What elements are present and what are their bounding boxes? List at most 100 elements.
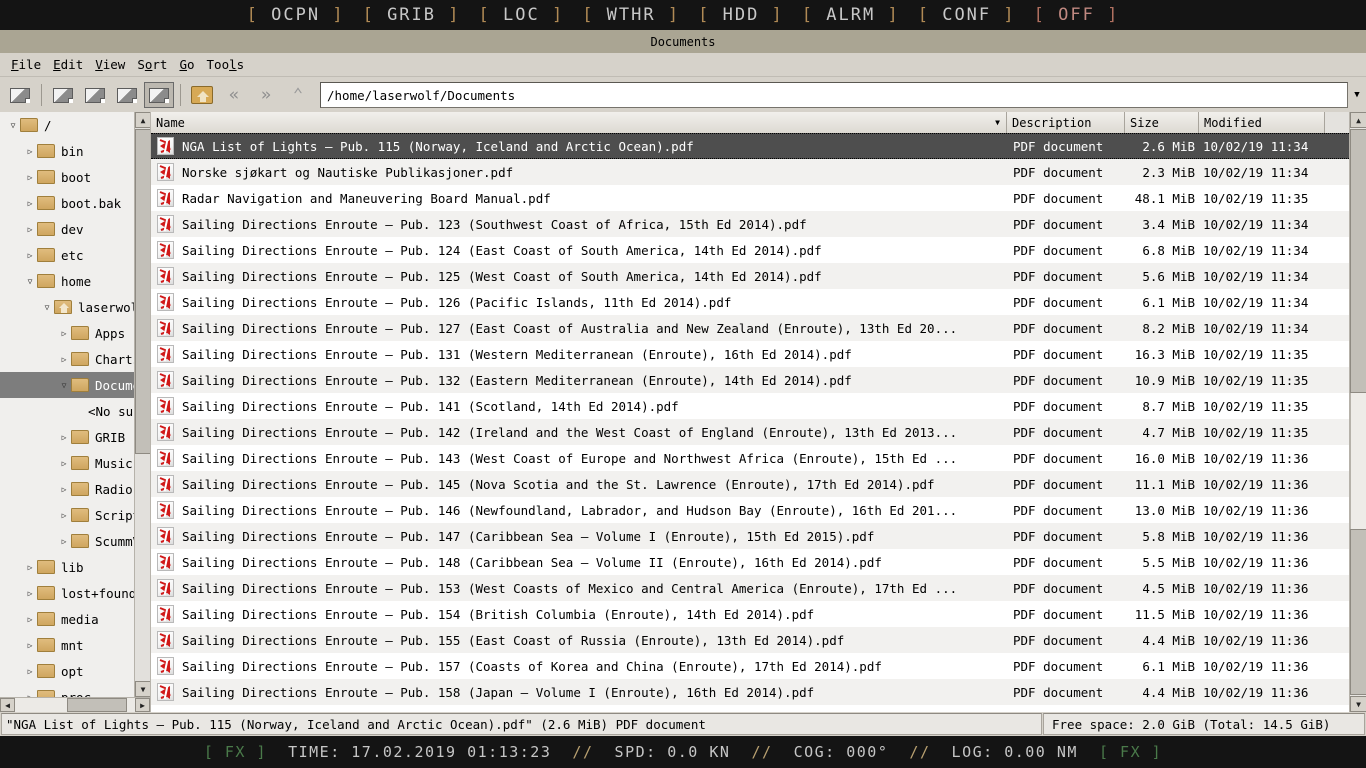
menu-sort[interactable]: Sort [131, 55, 173, 74]
file-row[interactable]: Sailing Directions Enroute – Pub. 132 (E… [151, 367, 1349, 393]
file-row[interactable]: Sailing Directions Enroute – Pub. 145 (N… [151, 471, 1349, 497]
tree-item--[interactable]: ▽ / [0, 112, 150, 138]
tree-scroll-up-button[interactable]: ▲ [135, 112, 150, 128]
file-row[interactable]: NGA List of Lights – Pub. 115 (Norway, I… [151, 133, 1349, 159]
nav-button-ocpn[interactable]: [ OCPN ] [238, 5, 354, 25]
tree-item-apps[interactable]: ▷ Apps [0, 320, 150, 346]
home-button[interactable] [187, 82, 217, 108]
tree-item-boot-bak[interactable]: ▷ boot.bak [0, 190, 150, 216]
chevron-down-icon[interactable]: ▽ [40, 303, 54, 312]
forward-button[interactable]: » [251, 82, 281, 108]
file-row[interactable]: Sailing Directions Enroute – Pub. 141 (S… [151, 393, 1349, 419]
menu-edit[interactable]: Edit [47, 55, 89, 74]
chevron-right-icon[interactable]: ▷ [57, 329, 71, 338]
sort-descending-icon[interactable]: ▼ [995, 118, 1000, 127]
tree-scroll-right-button[interactable]: ▶ [135, 698, 150, 712]
file-row[interactable]: Sailing Directions Enroute – Pub. 155 (E… [151, 627, 1349, 653]
nav-button-alrm[interactable]: [ ALRM ] [793, 5, 909, 25]
chevron-right-icon[interactable]: ▷ [23, 641, 37, 650]
tree-item-grib[interactable]: ▷ GRIB [0, 424, 150, 450]
chevron-right-icon[interactable]: ▷ [23, 589, 37, 598]
nav-button-conf[interactable]: [ CONF ] [909, 5, 1025, 25]
column-header-size[interactable]: Size [1125, 112, 1199, 133]
menu-file[interactable]: File [5, 55, 47, 74]
tree-item-lost-found[interactable]: ▷ lost+found [0, 580, 150, 606]
chevron-right-icon[interactable]: ▷ [23, 563, 37, 572]
file-row[interactable]: Radar Navigation and Maneuvering Board M… [151, 185, 1349, 211]
tree-scroll-down-button[interactable]: ▼ [135, 681, 150, 697]
chevron-right-icon[interactable]: ▷ [23, 173, 37, 182]
tree-item-etc[interactable]: ▷ etc [0, 242, 150, 268]
view-mode-4-button[interactable] [112, 82, 142, 108]
list-vertical-scrollbar[interactable]: ▲ ▼ [1349, 112, 1366, 712]
chevron-right-icon[interactable]: ▷ [57, 459, 71, 468]
path-dropdown-button[interactable]: ▼ [1348, 82, 1366, 108]
file-row[interactable]: Sailing Directions Enroute – Pub. 148 (C… [151, 549, 1349, 575]
list-scroll-thumb-upper[interactable] [1350, 129, 1366, 393]
nav-button-hdd[interactable]: [ HDD ] [689, 5, 793, 25]
tree-item-home[interactable]: ▽ home [0, 268, 150, 294]
tree-item-scripts[interactable]: ▷ Scripts [0, 502, 150, 528]
tree-item-proc[interactable]: ▷ proc [0, 684, 150, 697]
file-row[interactable]: Sailing Directions Enroute – Pub. 125 (W… [151, 263, 1349, 289]
menu-tools[interactable]: Tools [201, 55, 251, 74]
tree-item-boot[interactable]: ▷ boot [0, 164, 150, 190]
nav-button-off[interactable]: [ OFF ] [1025, 5, 1129, 25]
file-row[interactable]: Sailing Directions Enroute – Pub. 153 (W… [151, 575, 1349, 601]
list-scroll-down-button[interactable]: ▼ [1350, 696, 1366, 712]
tree-item-charts[interactable]: ▷ Charts [0, 346, 150, 372]
chevron-down-icon[interactable]: ▽ [6, 121, 20, 130]
file-row[interactable]: Sailing Directions Enroute – Pub. 146 (N… [151, 497, 1349, 523]
view-mode-3-button[interactable] [80, 82, 110, 108]
file-row[interactable]: Sailing Directions Enroute – Pub. 126 (P… [151, 289, 1349, 315]
path-input[interactable]: /home/laserwolf/Documents [320, 82, 1348, 108]
chevron-right-icon[interactable]: ▷ [57, 355, 71, 364]
file-row[interactable]: Sailing Directions Enroute – Pub. 124 (E… [151, 237, 1349, 263]
file-row[interactable]: Sailing Directions Enroute – Pub. 123 (S… [151, 211, 1349, 237]
menu-go[interactable]: Go [173, 55, 200, 74]
chevron-down-icon[interactable]: ▽ [57, 381, 71, 390]
file-row[interactable]: Sailing Directions Enroute – Pub. 147 (C… [151, 523, 1349, 549]
tree-horizontal-scrollbar[interactable]: ◀ ▶ [0, 697, 150, 712]
tree-item-dev[interactable]: ▷ dev [0, 216, 150, 242]
chevron-right-icon[interactable]: ▷ [23, 667, 37, 676]
chevron-right-icon[interactable]: ▷ [23, 251, 37, 260]
nav-button-loc[interactable]: [ LOC ] [470, 5, 574, 25]
menu-view[interactable]: View [89, 55, 131, 74]
nav-button-grib[interactable]: [ GRIB ] [354, 5, 470, 25]
back-button[interactable]: « [219, 82, 249, 108]
tree-hscroll-thumb[interactable] [67, 698, 127, 712]
file-row[interactable]: Sailing Directions Enroute – Pub. 142 (I… [151, 419, 1349, 445]
tree-item-mnt[interactable]: ▷ mnt [0, 632, 150, 658]
tree-vertical-scrollbar[interactable]: ▲ ▼ [134, 112, 150, 697]
file-row[interactable]: Sailing Directions Enroute – Pub. 127 (E… [151, 315, 1349, 341]
list-scroll-track[interactable] [1350, 393, 1366, 529]
view-mode-5-button[interactable] [144, 82, 174, 108]
view-mode-2-button[interactable] [48, 82, 78, 108]
tree-item-bin[interactable]: ▷ bin [0, 138, 150, 164]
column-header-mod[interactable]: Modified [1199, 112, 1325, 133]
tree-item-music[interactable]: ▷ Music [0, 450, 150, 476]
chevron-down-icon[interactable]: ▽ [23, 277, 37, 286]
tree-item-scummvm[interactable]: ▷ ScummVM [0, 528, 150, 554]
tree-item-lib[interactable]: ▷ lib [0, 554, 150, 580]
column-header-desc[interactable]: Description [1007, 112, 1125, 133]
chevron-right-icon[interactable]: ▷ [23, 147, 37, 156]
chevron-right-icon[interactable]: ▷ [57, 485, 71, 494]
tree-item-media[interactable]: ▷ media [0, 606, 150, 632]
list-scroll-up-button[interactable]: ▲ [1350, 112, 1366, 128]
nav-button-wthr[interactable]: [ WTHR ] [573, 5, 689, 25]
tree-item-radio[interactable]: ▷ Radio [0, 476, 150, 502]
chevron-right-icon[interactable]: ▷ [57, 537, 71, 546]
tree-scroll-left-button[interactable]: ◀ [0, 698, 15, 712]
chevron-right-icon[interactable]: ▷ [23, 225, 37, 234]
file-row[interactable]: Norske sjøkart og Nautiske Publikasjoner… [151, 159, 1349, 185]
tree-item--no-subfolders-[interactable]: <No subfolders> [0, 398, 150, 424]
chevron-right-icon[interactable]: ▷ [23, 199, 37, 208]
tree-item-opt[interactable]: ▷ opt [0, 658, 150, 684]
list-scroll-thumb-lower[interactable] [1350, 529, 1366, 695]
file-row[interactable]: Sailing Directions Enroute – Pub. 143 (W… [151, 445, 1349, 471]
file-row[interactable]: Sailing Directions Enroute – Pub. 154 (B… [151, 601, 1349, 627]
tree-item-laserwolf[interactable]: ▽ laserwolf [0, 294, 150, 320]
tree-scroll-thumb[interactable] [135, 129, 150, 454]
